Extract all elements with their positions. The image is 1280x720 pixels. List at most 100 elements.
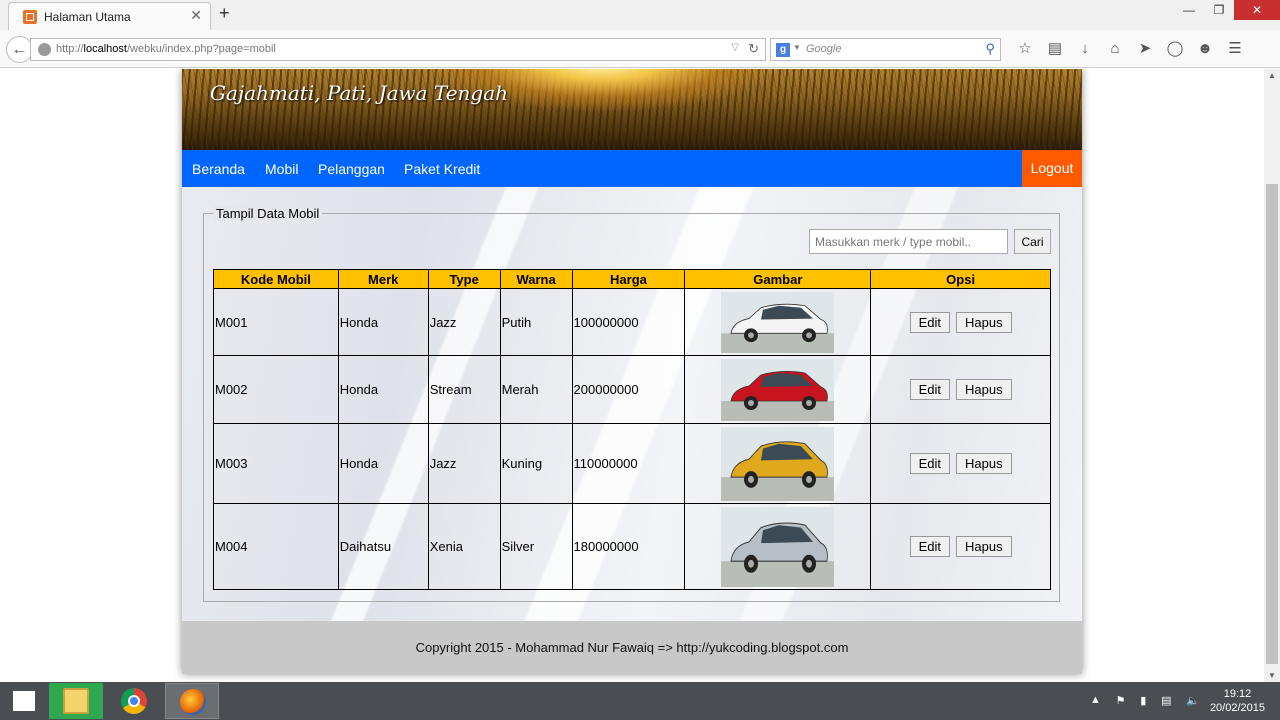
panel-legend: Tampil Data Mobil (213, 206, 323, 221)
scroll-up-icon[interactable]: ▲ (1268, 71, 1276, 80)
cell-opsi: Edit Hapus (870, 423, 1051, 504)
close-window-button[interactable]: ✕ (1234, 0, 1280, 20)
window-controls: — ❐ ✕ (1174, 0, 1280, 20)
browser-navbar: ← http://localhost/webku/index.php?page=… (0, 30, 1280, 68)
cell-merk: Daihatsu (337, 503, 429, 590)
car-table: Kode Mobil Merk Type Warna Harga Gambar … (213, 269, 1051, 590)
cell-harga: 110000000 (571, 423, 686, 504)
magnifier-icon[interactable]: ⚲ (985, 41, 995, 57)
cell-gambar (684, 503, 872, 590)
volume-icon[interactable]: 🔈 (1186, 694, 1200, 707)
menu-hamburger-icon[interactable]: ☰ (1220, 39, 1250, 59)
table-row: M002 Honda Stream Merah 200000000 Edit Hapus (213, 355, 1051, 424)
table-header-row: Kode Mobil Merk Type Warna Harga Gambar … (213, 269, 1051, 289)
delete-button[interactable]: Hapus (956, 311, 1012, 333)
share-icon[interactable]: ➤ (1130, 39, 1160, 59)
file-explorer-icon[interactable] (49, 683, 103, 719)
search-bar[interactable]: g ▼ Google ⚲ (770, 38, 1001, 61)
cell-type: Xenia (427, 503, 501, 590)
firefox-taskbar-icon[interactable] (165, 683, 219, 719)
chrome-icon[interactable] (107, 683, 161, 719)
home-icon[interactable]: ⌂ (1100, 39, 1130, 59)
delete-button[interactable]: Hapus (956, 536, 1012, 557)
menu-mobil[interactable]: Mobil (265, 161, 298, 177)
cell-warna: Putih (499, 288, 573, 356)
globe-icon (38, 43, 51, 56)
menu-paket-kredit[interactable]: Paket Kredit (404, 161, 480, 177)
windows-start-icon[interactable] (0, 682, 48, 720)
firefox-logo-icon (180, 689, 206, 715)
download-icon[interactable]: ↓ (1070, 39, 1100, 59)
signal-icon[interactable]: ▤ (1161, 694, 1171, 707)
car-search-input[interactable] (809, 229, 1008, 254)
reload-icon[interactable]: ↻ (748, 41, 759, 57)
system-clock[interactable]: 19:12 20/02/2015 (1210, 687, 1265, 715)
cell-opsi: Edit Hapus (870, 503, 1051, 590)
chrome-center-icon (128, 695, 140, 707)
edit-button[interactable]: Edit (909, 536, 951, 557)
delete-button[interactable]: Hapus (956, 453, 1012, 474)
car-data-panel: Tampil Data Mobil Cari Kode Mobil Merk T… (203, 206, 1060, 602)
cell-merk: Honda (337, 288, 429, 356)
url-dropdown-icon[interactable]: ▽ (731, 42, 739, 53)
header-type: Type (427, 269, 501, 289)
site-header-banner: Gajahmati, Pati, Jawa Tengah (182, 69, 1082, 150)
back-arrow-icon[interactable]: ← (6, 36, 33, 63)
menu-pelanggan[interactable]: Pelanggan (318, 161, 385, 177)
tab-close-icon[interactable]: ✕ (190, 7, 202, 24)
google-icon[interactable]: g (776, 43, 790, 57)
tab-title: Halaman Utama (44, 10, 131, 24)
car-photo (721, 358, 835, 421)
search-button[interactable]: Cari (1014, 229, 1051, 254)
folder-icon (63, 688, 89, 714)
cell-harga: 180000000 (571, 503, 686, 590)
cell-warna: Kuning (499, 423, 573, 504)
cell-kode: M001 (213, 288, 339, 356)
cell-merk: Honda (337, 423, 429, 504)
windows-taskbar: ▲ ⚑ ▮ ▤ 🔈 19:12 20/02/2015 (0, 682, 1280, 720)
scroll-thumb[interactable] (1266, 184, 1278, 664)
browser-tab[interactable]: Halaman Utama ✕ (8, 2, 211, 30)
main-menu: Beranda Mobil Pelanggan Paket Kredit Log… (182, 150, 1082, 187)
address-bar[interactable]: http://localhost/webku/index.php?page=mo… (30, 38, 766, 61)
hello-icon[interactable]: ☻ (1190, 39, 1220, 59)
addon-icon[interactable]: ◯ (1160, 39, 1190, 59)
cell-kode: M004 (213, 503, 339, 590)
edit-button[interactable]: Edit (909, 453, 951, 474)
scroll-down-icon[interactable]: ▼ (1268, 671, 1276, 680)
bookmark-star-icon[interactable]: ☆ (1010, 39, 1040, 59)
cell-type: Jazz (427, 423, 501, 504)
edit-button[interactable]: Edit (909, 379, 951, 400)
action-flag-icon[interactable]: ⚑ (1116, 694, 1126, 707)
engine-dropdown-icon[interactable]: ▼ (793, 43, 801, 52)
site-container: Gajahmati, Pati, Jawa Tengah Beranda Mob… (182, 69, 1082, 674)
logout-button[interactable]: Logout (1022, 150, 1082, 187)
tray-expand-icon[interactable]: ▲ (1090, 694, 1101, 707)
battery-icon[interactable]: ▮ (1140, 694, 1146, 707)
cell-kode: M002 (213, 355, 339, 424)
cell-harga: 100000000 (571, 288, 686, 356)
menu-beranda[interactable]: Beranda (192, 161, 245, 177)
cell-opsi: Edit Hapus (870, 355, 1051, 424)
favicon-icon (23, 10, 37, 24)
minimize-button[interactable]: — (1174, 0, 1204, 20)
cell-kode: M003 (213, 423, 339, 504)
main-content: Tampil Data Mobil Cari Kode Mobil Merk T… (182, 187, 1082, 621)
header-location-text: Gajahmati, Pati, Jawa Tengah (210, 81, 509, 105)
reading-list-icon[interactable]: ▤ (1040, 39, 1070, 59)
page-scrollbar[interactable]: ▲ ▼ (1264, 69, 1280, 682)
header-opsi: Opsi (870, 269, 1051, 289)
new-tab-icon[interactable]: + (219, 3, 230, 24)
cell-warna: Merah (499, 355, 573, 424)
car-photo (721, 426, 835, 501)
edit-button[interactable]: Edit (909, 311, 951, 333)
tray-icons: ▲ ⚑ ▮ ▤ 🔈 (1090, 694, 1200, 707)
table-row: M003 Honda Jazz Kuning 110000000 Edit Hapus (213, 423, 1051, 504)
cell-gambar (684, 423, 872, 504)
toolbar-icons: ☆ ▤ ↓ ⌂ ➤ ◯ ☻ ☰ (1010, 39, 1250, 59)
delete-button[interactable]: Hapus (956, 379, 1012, 400)
url-text[interactable]: http://localhost/webku/index.php?page=mo… (56, 43, 276, 55)
car-photo (721, 506, 835, 587)
cell-type: Jazz (427, 288, 501, 356)
restore-button[interactable]: ❐ (1204, 0, 1234, 20)
